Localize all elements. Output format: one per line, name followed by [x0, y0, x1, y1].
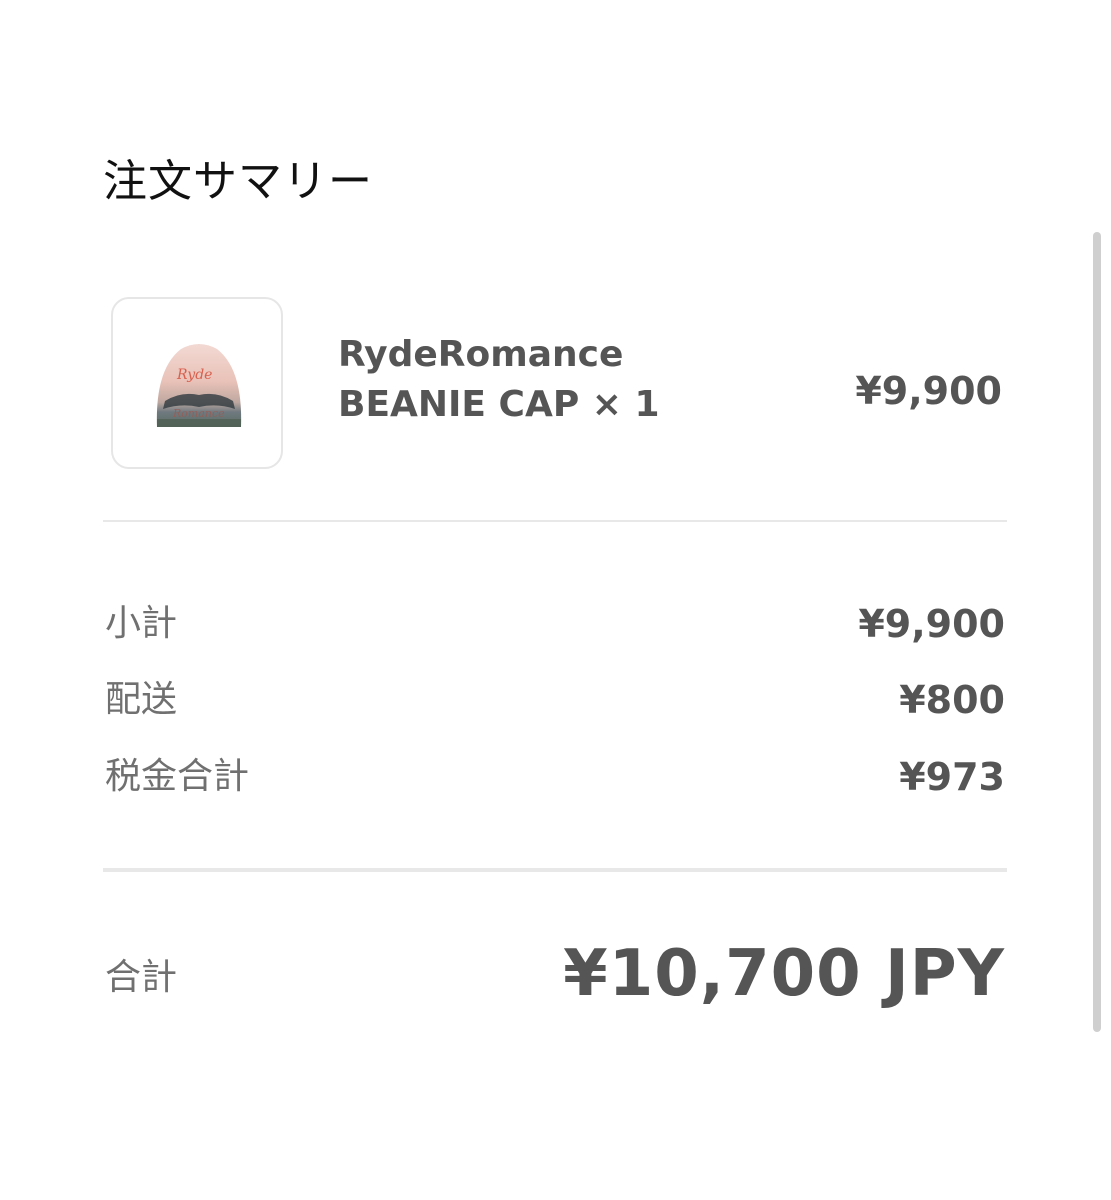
total-label: 合計 [105, 957, 178, 998]
product-price: ¥9,900 [855, 369, 1002, 413]
product-image: Ryde Romance [111, 297, 283, 469]
subtotal-label: 小計 [105, 603, 178, 644]
total-value: ¥10,700 JPY [563, 937, 1005, 1011]
product-name-line2: BEANIE CAP × 1 [338, 384, 660, 425]
tax-label: 税金合計 [105, 756, 250, 797]
divider [103, 520, 1007, 522]
shipping-value: ¥800 [899, 678, 1005, 722]
scrollbar[interactable] [1093, 232, 1101, 1032]
product-name: RydeRomance BEANIE CAP × 1 [338, 330, 660, 430]
order-summary-title: 注文サマリー [103, 156, 373, 207]
beanie-script-text: Ryde [176, 367, 212, 383]
beanie-script-text-2: Romance [172, 407, 225, 420]
subtotal-value: ¥9,900 [858, 602, 1005, 646]
subtotal-row: 小計 ¥9,900 [105, 596, 1005, 652]
total-row: 合計 ¥10,700 JPY [105, 930, 1005, 1020]
product-name-line1: RydeRomance [338, 334, 624, 375]
shipping-row: 配送 ¥800 [105, 672, 1005, 728]
beanie-image: Ryde Romance [156, 344, 242, 427]
tax-row: 税金合計 ¥973 [105, 749, 1005, 805]
tax-value: ¥973 [899, 755, 1005, 799]
shipping-label: 配送 [105, 679, 178, 720]
divider-thick [103, 868, 1007, 872]
